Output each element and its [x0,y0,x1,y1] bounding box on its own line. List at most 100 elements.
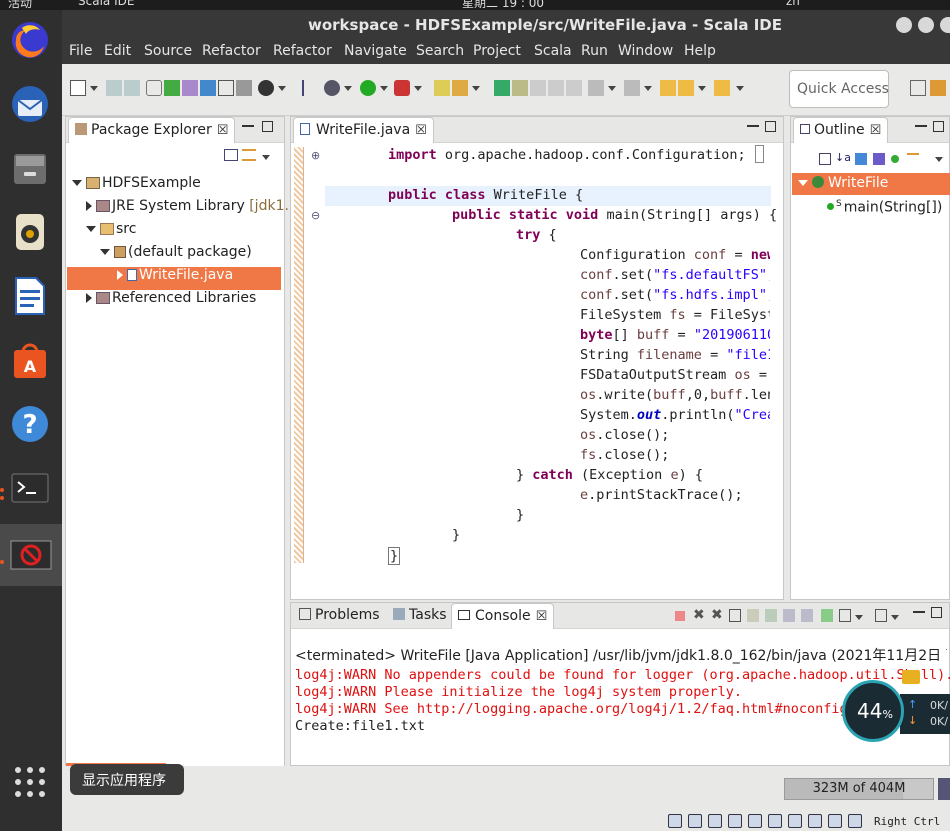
tree-item-default-package[interactable]: (default package) [100,244,252,267]
software-center-icon[interactable]: A [6,336,54,384]
outline-item-method[interactable]: Smain(String[]) [827,199,942,216]
show-on-out-icon[interactable] [783,609,795,622]
open-type-icon[interactable] [218,80,234,96]
menu-project[interactable]: Project [473,43,521,59]
new-java-project-icon[interactable] [164,80,180,96]
link-editor-icon[interactable] [242,149,256,161]
open-task-icon[interactable] [236,80,252,96]
files-icon[interactable] [6,144,54,192]
optical-icon[interactable] [688,814,702,828]
menu-refactor[interactable]: Refactor [202,43,261,59]
thunderbird-icon[interactable] [6,80,54,128]
menu-help[interactable]: Help [684,43,716,59]
network-icon[interactable] [728,814,742,828]
remove-all-icon[interactable]: ✖ [711,607,723,623]
mouse-integration-icon[interactable] [848,814,862,828]
usb-icon[interactable] [748,814,762,828]
outline-item-class[interactable]: WriteFile [792,173,950,195]
new-package-icon[interactable] [182,80,198,96]
recording-icon[interactable] [808,814,822,828]
open-console-icon[interactable] [875,609,887,622]
run-icon[interactable] [360,80,376,96]
input-method[interactable]: zh [786,0,800,8]
hide-fields-icon[interactable] [855,153,867,165]
libreoffice-writer-icon[interactable] [6,272,54,320]
back-alt-icon[interactable] [678,80,694,96]
block-selection-icon[interactable] [548,80,564,96]
print-icon[interactable] [146,80,162,96]
menu-file[interactable]: File [69,43,92,59]
annotation-icon[interactable] [512,80,528,96]
sort-icon[interactable]: ↓a [835,151,851,164]
java-perspective-icon[interactable] [930,80,946,96]
back-icon[interactable] [660,80,676,96]
tab-console[interactable]: Console ☒ [451,603,555,629]
skip-breakpoints-icon[interactable] [302,80,318,96]
forward-icon[interactable] [714,80,730,96]
menu-edit[interactable]: Edit [104,43,131,59]
activities-button[interactable]: 活动 [8,0,32,10]
menu-window[interactable]: Window [618,43,673,59]
new-icon[interactable] [70,80,86,96]
tab-writefile-java[interactable]: WriteFile.java ☒ [293,117,434,143]
clock[interactable]: 星期二 19 : 00 [462,0,544,10]
close-window-icon[interactable] [940,17,950,33]
pin-console-icon[interactable] [821,609,833,622]
tab-package-explorer[interactable]: Package Explorer ☒ [68,117,236,143]
save-icon[interactable] [106,80,122,96]
show-whitespace-icon[interactable] [566,80,582,96]
tree-item-jre[interactable]: JRE System Library [jdk1. [86,198,289,221]
menu-navigate[interactable]: Navigate [344,43,407,59]
firefox-icon[interactable] [6,16,54,64]
top-app-name[interactable]: Scala IDE [78,0,134,8]
save-all-icon[interactable] [124,80,140,96]
tab-problems[interactable]: Problems [293,603,386,629]
garbage-collect-icon[interactable] [938,778,950,800]
pin-icon[interactable] [494,80,510,96]
maximize-panel-icon[interactable] [765,121,776,132]
maximize-window-icon[interactable] [918,17,934,33]
display-console-icon[interactable] [839,609,851,622]
minimize-panel-icon[interactable] [913,611,925,613]
audio-icon[interactable] [708,814,722,828]
minimize-panel-icon[interactable] [242,125,254,127]
minimize-panel-icon[interactable] [747,125,759,127]
close-tab-icon[interactable]: ☒ [536,609,548,624]
clear-console-icon[interactable] [729,609,741,622]
cpu-icon[interactable] [828,814,842,828]
scroll-lock-icon[interactable] [747,609,759,622]
quick-access-field[interactable]: Quick Access [789,70,889,108]
terminal-icon[interactable] [6,464,54,512]
open-folder-icon[interactable] [434,80,450,96]
tab-tasks[interactable]: Tasks [387,603,453,629]
close-tab-icon[interactable]: ☒ [415,123,427,138]
terminate-icon[interactable] [675,611,685,621]
show-apps-icon[interactable] [6,758,54,806]
next-annotation-icon[interactable] [588,80,604,96]
open-perspective-icon[interactable] [910,80,926,96]
maximize-panel-icon[interactable] [933,121,944,132]
minimize-window-icon[interactable] [896,17,912,33]
hide-static-icon[interactable] [873,153,885,165]
debug-icon[interactable] [324,80,340,96]
fold-expand-icon[interactable]: ⊕ [311,149,320,162]
external-tools-icon[interactable] [394,80,410,96]
close-tab-icon[interactable]: ☒ [217,123,229,138]
tree-item-src[interactable]: src [86,221,136,244]
collapse-all-icon[interactable] [224,149,238,161]
menu-search[interactable]: Search [416,43,464,59]
show-on-err-icon[interactable] [801,609,813,622]
close-tab-icon[interactable]: ☒ [870,123,882,138]
tab-outline[interactable]: Outline ☒ [793,117,889,143]
display-icon[interactable] [788,814,802,828]
maximize-panel-icon[interactable] [262,121,273,132]
rhythmbox-icon[interactable] [6,208,54,256]
hide-nonpublic-icon[interactable] [891,155,899,163]
tree-item-writefile[interactable]: WriteFile.java [67,267,281,290]
menu-refactor-2[interactable]: Refactor [273,43,332,59]
minimize-panel-icon[interactable] [915,125,927,127]
menu-run[interactable]: Run [581,43,608,59]
menu-source[interactable]: Source [144,43,192,59]
remove-launch-icon[interactable]: ✖ [693,607,705,623]
toggle-mark-icon[interactable] [530,80,546,96]
